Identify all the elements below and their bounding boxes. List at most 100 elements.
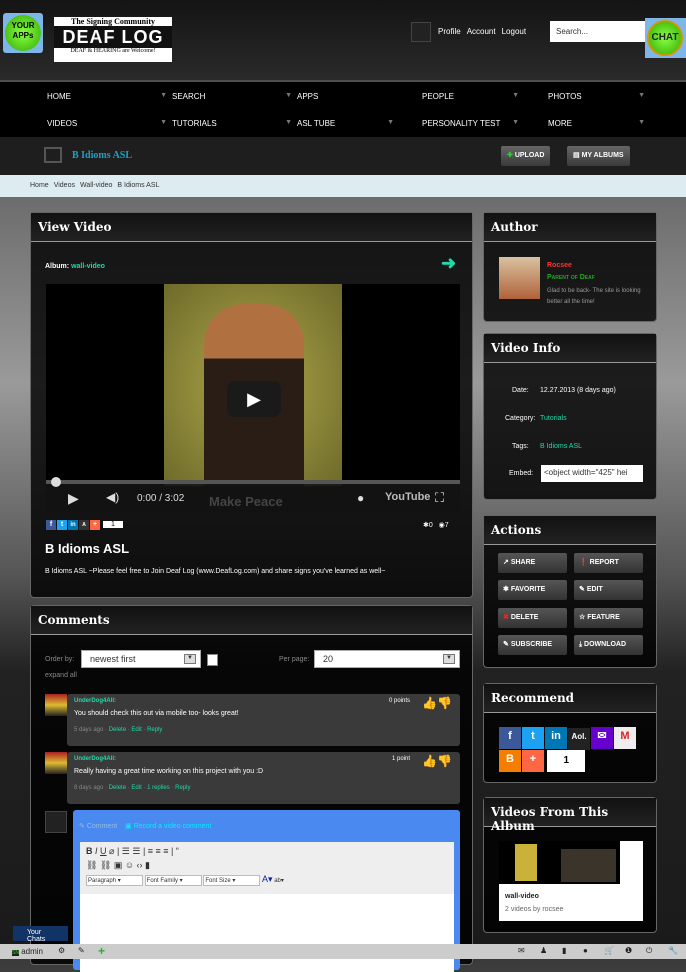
video-player[interactable]: ▶ ▶ ◀) 0:00 / 3:02 Make Peace ● YouTube … — [46, 284, 460, 513]
order-checkbox[interactable] — [207, 654, 218, 666]
format-select[interactable]: Paragraph ▾ — [86, 875, 143, 886]
replies-link[interactable]: 1 replies — [147, 785, 170, 791]
nav-photos[interactable]: PHOTOS ▼ — [548, 92, 645, 101]
user-icon[interactable]: ♟ — [540, 946, 547, 955]
play-icon[interactable]: ▶ — [68, 490, 79, 507]
category-link[interactable]: Tutorials — [540, 415, 567, 422]
highlight-color-icon[interactable]: ab▾ — [274, 878, 284, 884]
compose-icon[interactable]: ✎ — [78, 946, 85, 955]
album-thumbnail[interactable] — [499, 841, 620, 884]
addthis-icon[interactable]: + — [90, 520, 100, 530]
profile-link[interactable]: Profile — [438, 27, 461, 36]
facebook-icon[interactable]: f — [499, 727, 521, 749]
battery-icon[interactable]: ▮ — [562, 946, 566, 955]
nav-people[interactable]: PEOPLE ▼ — [422, 92, 519, 101]
aol-icon[interactable]: A — [79, 520, 89, 530]
youtube-logo-icon[interactable]: YouTube — [385, 491, 430, 503]
author-name[interactable]: Rocsee — [547, 262, 572, 269]
twitter-icon[interactable]: t — [522, 727, 544, 749]
nav-apps[interactable]: APPS — [297, 92, 417, 101]
reply-link[interactable]: Reply — [175, 785, 190, 791]
breadcrumb-wall-video[interactable]: Wall-video — [80, 182, 112, 189]
favorite-button[interactable]: ✱ FAVORITE — [498, 580, 567, 600]
my-albums-button[interactable]: ▤ MY ALBUMS — [567, 146, 630, 166]
embed-code-input[interactable]: <object width="425" hei — [541, 465, 643, 482]
edit-link[interactable]: Edit — [131, 727, 141, 733]
upload-button[interactable]: ✚ UPLOAD — [501, 146, 551, 166]
info-icon[interactable]: ❶ — [625, 946, 632, 955]
chat-button[interactable]: CHAT — [645, 18, 686, 58]
blockquote-icon[interactable]: “ — [176, 846, 179, 856]
progress-handle[interactable] — [51, 477, 61, 487]
commenter-avatar[interactable] — [45, 752, 67, 774]
linkedin-icon[interactable]: in — [68, 520, 78, 530]
nav-home[interactable]: HOME ▼ — [47, 92, 167, 101]
breadcrumb-home[interactable]: Home — [30, 182, 49, 189]
delete-button[interactable]: ✖ DELETE — [498, 608, 567, 628]
nav-videos[interactable]: VIDEOS ▼ — [47, 119, 167, 128]
search-input[interactable]: Search... — [550, 21, 650, 42]
thumbs-up-down-icon[interactable]: 👍👎 — [422, 696, 452, 710]
reply-link[interactable]: Reply — [147, 727, 162, 733]
watch-later-icon[interactable]: ● — [357, 491, 364, 505]
font-family-select[interactable]: Font Family ▾ — [144, 875, 202, 886]
aol-icon[interactable]: Aol. — [568, 728, 590, 750]
nav-more[interactable]: MORE ▼ — [548, 119, 645, 128]
gmail-icon[interactable]: M — [614, 727, 636, 749]
your-apps-button[interactable]: YOUR APPs — [3, 13, 43, 53]
nav-asl-tube[interactable]: ASL TUBE ▼ — [297, 119, 394, 128]
nav-personality-test[interactable]: PERSONALITY TEST ▼ — [422, 119, 519, 128]
commenter-avatar[interactable] — [45, 694, 67, 716]
blogger-icon[interactable]: B — [499, 750, 521, 772]
progress-bar[interactable] — [46, 480, 460, 484]
album-card[interactable]: wall-video 2 videos by rocsee — [499, 841, 643, 921]
add-icon[interactable]: + — [98, 944, 105, 958]
play-button[interactable]: ▶ — [227, 381, 281, 417]
nav-search[interactable]: SEARCH ▼ — [172, 92, 292, 101]
tab-record-video[interactable]: ▣ Record a video comment — [125, 822, 211, 830]
yahoo-mail-icon[interactable]: ✉ — [591, 727, 613, 749]
report-button[interactable]: ❗ REPORT — [574, 553, 643, 573]
edit-link[interactable]: Edit — [131, 785, 141, 791]
thumbs-up-down-icon[interactable]: 👍👎 — [422, 754, 452, 768]
logout-link[interactable]: Logout — [502, 27, 526, 36]
globe-icon[interactable]: ● — [583, 946, 588, 955]
subscribe-button[interactable]: ✎ SUBSCRIBE — [498, 635, 567, 655]
wrench-icon[interactable]: 🔧 — [668, 946, 678, 955]
expand-all-link[interactable]: expand all — [45, 672, 77, 679]
share-button[interactable]: ↗ SHARE — [498, 553, 567, 573]
italic-icon[interactable]: I — [95, 846, 98, 856]
font-size-select[interactable]: Font Size ▾ — [203, 875, 261, 886]
mail-icon[interactable]: ✉ — [518, 946, 525, 955]
volume-icon[interactable]: ◀) — [106, 490, 119, 504]
author-avatar[interactable] — [499, 257, 540, 299]
twitter-icon[interactable]: t — [57, 520, 67, 530]
fullscreen-icon[interactable]: ⛶ — [435, 490, 444, 506]
album-link[interactable]: wall-video — [71, 263, 105, 270]
order-select[interactable]: newest first ▼ — [81, 650, 201, 668]
delete-link[interactable]: Delete — [109, 727, 126, 733]
addthis-icon[interactable]: + — [522, 750, 544, 772]
cart-icon[interactable]: 🛒 — [604, 946, 614, 955]
facebook-icon[interactable]: f — [46, 520, 56, 530]
tag-link[interactable]: B Idioms ASL — [540, 443, 582, 450]
your-chats-tab[interactable]: Your Chats — [13, 926, 68, 943]
bold-icon[interactable]: B — [86, 846, 93, 856]
user-avatar-icon[interactable] — [411, 22, 431, 42]
next-arrow-icon[interactable]: ➜ — [441, 253, 456, 274]
site-logo[interactable]: The Signing Community DEAF LOG DEAF & HE… — [54, 17, 172, 62]
edit-button[interactable]: ✎ EDIT — [574, 580, 643, 600]
account-link[interactable]: Account — [467, 27, 496, 36]
linkedin-icon[interactable]: in — [545, 727, 567, 749]
breadcrumb-videos[interactable]: Videos — [54, 182, 75, 189]
download-button[interactable]: ⤓ DOWNLOAD — [574, 635, 643, 655]
nav-tutorials[interactable]: TUTORIALS ▼ — [172, 119, 292, 128]
text-color-icon[interactable]: A▾ — [262, 874, 273, 884]
admin-user[interactable]: SN admin — [12, 947, 43, 956]
delete-link[interactable]: Delete — [109, 785, 126, 791]
underline-icon[interactable]: U — [100, 846, 107, 856]
gear-icon[interactable]: ⚙ — [58, 946, 65, 955]
album-name[interactable]: wall-video — [505, 893, 539, 900]
power-icon[interactable]: ⏻ — [646, 946, 652, 956]
feature-button[interactable]: ☆ FEATURE — [574, 608, 643, 628]
